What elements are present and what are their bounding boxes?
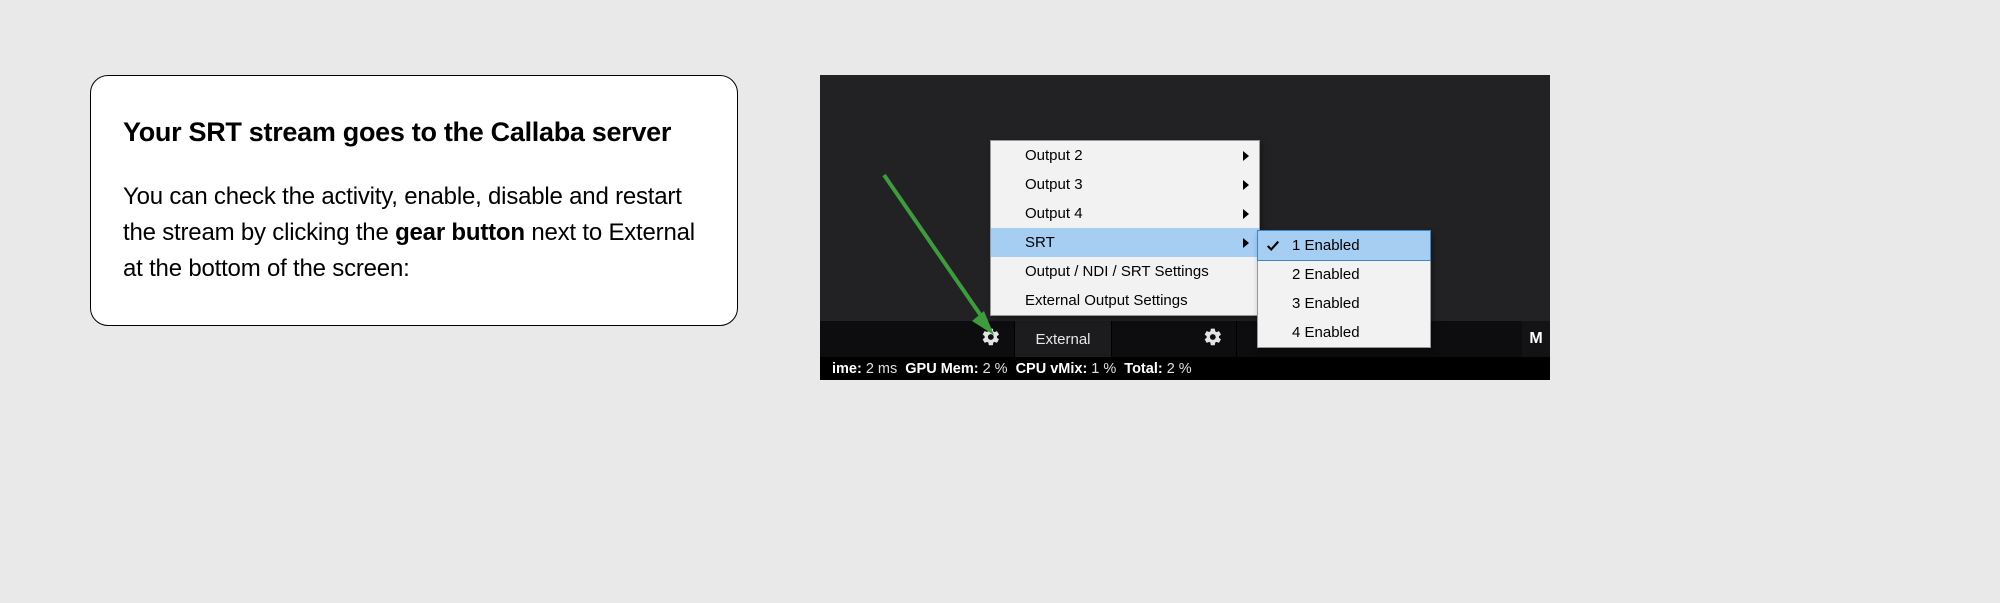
- submenu-item-label: 2 Enabled: [1292, 266, 1360, 283]
- bottom-toolbar: External M: [820, 321, 1550, 357]
- chevron-right-icon: [1243, 209, 1249, 219]
- menu-item-label: External Output Settings: [1025, 292, 1188, 309]
- chevron-right-icon: [1243, 238, 1249, 248]
- status-val-total: 2 %: [1167, 361, 1192, 377]
- chevron-right-icon: [1243, 180, 1249, 190]
- pointer-arrow: [874, 165, 1004, 345]
- menu-item-label: Output / NDI / SRT Settings: [1025, 263, 1209, 280]
- menu-item-label: SRT: [1025, 234, 1055, 251]
- menu-item[interactable]: External Output Settings: [991, 286, 1259, 315]
- submenu-item-label: 1 Enabled: [1292, 237, 1360, 254]
- vmix-screenshot: External M ime: 2 ms GPU Mem: 2 % CPU vM…: [820, 75, 1550, 380]
- card-body: You can check the activity, enable, disa…: [123, 179, 705, 287]
- menu-item-label: Output 3: [1025, 176, 1083, 193]
- menu-item[interactable]: Output 4: [991, 199, 1259, 228]
- external-button[interactable]: External: [1015, 321, 1112, 357]
- menu-item[interactable]: SRT: [991, 228, 1259, 257]
- submenu-item-label: 3 Enabled: [1292, 295, 1360, 312]
- context-menu[interactable]: Output 2 Output 3 Output 4 SRT Output / NDI …: [990, 140, 1260, 316]
- gear-icon: [1203, 327, 1223, 352]
- status-val-time: 2 ms: [866, 361, 897, 377]
- gear-icon: [981, 327, 1001, 352]
- card-body-bold: gear button: [395, 219, 525, 246]
- srt-submenu[interactable]: 1 Enabled 2 Enabled 3 Enabled 4 Enabled: [1257, 230, 1431, 348]
- gear-button-left[interactable]: [968, 321, 1015, 357]
- submenu-item[interactable]: 4 Enabled: [1258, 318, 1430, 347]
- menu-item[interactable]: Output 2: [991, 141, 1259, 170]
- status-val-cpu: 1 %: [1091, 361, 1116, 377]
- card-heading: Your SRT stream goes to the Callaba serv…: [123, 112, 705, 153]
- gear-button-right[interactable]: [1190, 321, 1237, 357]
- status-key-time: ime:: [832, 361, 862, 377]
- submenu-item[interactable]: 2 Enabled: [1258, 260, 1430, 289]
- toolbar-right-letter[interactable]: M: [1522, 321, 1550, 357]
- menu-item[interactable]: Output 3: [991, 170, 1259, 199]
- status-val-gpu: 2 %: [983, 361, 1008, 377]
- menu-item[interactable]: Output / NDI / SRT Settings: [991, 257, 1259, 286]
- external-label: External: [1035, 331, 1090, 348]
- submenu-item[interactable]: 3 Enabled: [1258, 289, 1430, 318]
- menu-item-label: Output 2: [1025, 147, 1083, 164]
- status-key-gpu: GPU Mem:: [905, 361, 978, 377]
- status-bar: ime: 2 ms GPU Mem: 2 % CPU vMix: 1 % Tot…: [820, 357, 1550, 380]
- chevron-right-icon: [1243, 151, 1249, 161]
- submenu-item[interactable]: 1 Enabled: [1257, 230, 1431, 261]
- submenu-item-label: 4 Enabled: [1292, 324, 1360, 341]
- check-icon: [1266, 239, 1280, 253]
- status-key-cpu: CPU vMix:: [1016, 361, 1088, 377]
- menu-item-label: Output 4: [1025, 205, 1083, 222]
- instruction-card: Your SRT stream goes to the Callaba serv…: [90, 75, 738, 326]
- status-key-total: Total:: [1124, 361, 1162, 377]
